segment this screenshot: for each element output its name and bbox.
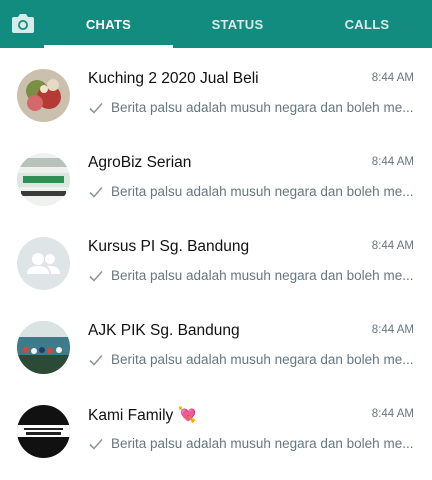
- chat-name: Kursus PI Sg. Bandung: [88, 238, 250, 255]
- chat-time: 8:44 AM: [371, 72, 414, 84]
- chat-time: 8:44 AM: [371, 324, 414, 336]
- chat-time: 8:44 AM: [371, 156, 414, 168]
- chat-preview: Berita palsu adalah musuh negara dan bol…: [88, 184, 418, 199]
- chat-list-item[interactable]: Kami Family 💘 8:44 AM Berita palsu adala…: [0, 392, 432, 476]
- check-icon: [89, 438, 103, 450]
- tab-status[interactable]: STATUS: [173, 0, 302, 48]
- tab-chats[interactable]: CHATS: [44, 0, 173, 48]
- default-group-icon[interactable]: [17, 237, 70, 290]
- avatar[interactable]: [17, 153, 70, 206]
- check-icon: [89, 270, 103, 282]
- preview-text: Berita palsu adalah musuh negara dan bol…: [111, 184, 414, 199]
- chat-list-item[interactable]: Kursus PI Sg. Bandung 8:44 AM Berita pal…: [0, 224, 432, 308]
- camera-icon[interactable]: [10, 10, 36, 36]
- check-icon: [89, 102, 103, 114]
- preview-text: Berita palsu adalah musuh negara dan bol…: [111, 436, 414, 451]
- preview-text: Berita palsu adalah musuh negara dan bol…: [111, 268, 414, 283]
- chat-preview: Berita palsu adalah musuh negara dan bol…: [88, 436, 418, 451]
- chat-time: 8:44 AM: [371, 240, 414, 252]
- preview-text: Berita palsu adalah musuh negara dan bol…: [111, 100, 414, 115]
- avatar[interactable]: [17, 69, 70, 122]
- chat-list-item[interactable]: AJK PIK Sg. Bandung 8:44 AM Berita palsu…: [0, 308, 432, 392]
- chat-name: Kami Family 💘: [88, 407, 197, 424]
- chat-list-item[interactable]: AgroBiz Serian 8:44 AM Berita palsu adal…: [0, 140, 432, 224]
- chat-name: AgroBiz Serian: [88, 154, 192, 171]
- chat-time: 8:44 AM: [371, 408, 414, 420]
- chat-name: AJK PIK Sg. Bandung: [88, 322, 240, 339]
- check-icon: [89, 354, 103, 366]
- tab-calls[interactable]: CALLS: [302, 0, 432, 48]
- chat-preview: Berita palsu adalah musuh negara dan bol…: [88, 100, 418, 115]
- chat-preview: Berita palsu adalah musuh negara dan bol…: [88, 352, 418, 367]
- preview-text: Berita palsu adalah musuh negara dan bol…: [111, 352, 414, 367]
- chat-name: Kuching 2 2020 Jual Beli: [88, 70, 259, 87]
- chat-preview: Berita palsu adalah musuh negara dan bol…: [88, 268, 418, 283]
- top-bar: CHATS STATUS CALLS: [0, 0, 432, 48]
- check-icon: [89, 186, 103, 198]
- chat-list-item[interactable]: Kuching 2 2020 Jual Beli 8:44 AM Berita …: [0, 56, 432, 140]
- avatar[interactable]: [17, 321, 70, 374]
- active-tab-indicator: [44, 45, 173, 48]
- avatar[interactable]: [17, 405, 70, 458]
